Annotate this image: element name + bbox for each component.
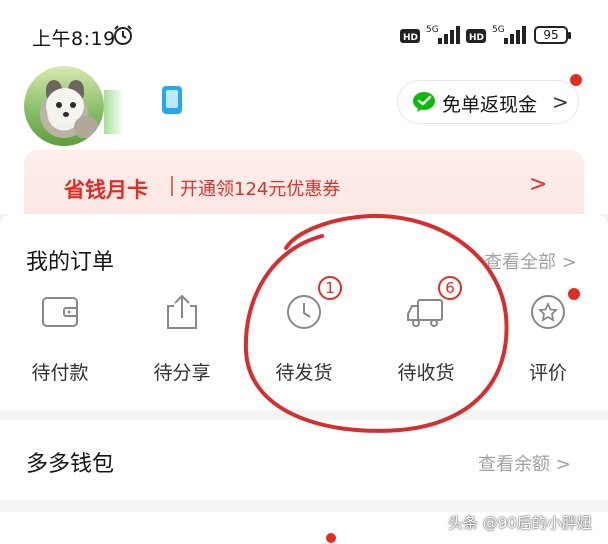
- order-status-pending-receipt[interactable]: 待收货: [378, 292, 474, 392]
- wallet-icon: [42, 297, 78, 327]
- cashback-label: 免单返现金: [442, 94, 538, 116]
- review-icon: [531, 295, 565, 329]
- phone-icon[interactable]: [162, 86, 182, 114]
- chevron-right-icon: >: [552, 90, 569, 114]
- month-card-title: 省钱月卡: [64, 178, 148, 202]
- order-status-label: 待收货: [397, 362, 455, 384]
- chevron-right-icon: >: [555, 454, 571, 475]
- order-status-label: 待分享: [153, 362, 211, 384]
- view-all-label: 查看全部: [484, 252, 556, 273]
- wallet-row[interactable]: 多多钱包 查看余额 >: [0, 420, 608, 500]
- battery-icon: 95: [534, 26, 571, 44]
- status-time: 上午8:19: [32, 28, 116, 50]
- share-icon: [167, 294, 197, 329]
- month-card-banner[interactable]: 省钱月卡 开通领124元优惠券 >: [24, 150, 584, 220]
- wechat-icon: [413, 92, 435, 112]
- month-card-subtitle: 开通领124元优惠券: [180, 179, 341, 200]
- alarm-icon: [114, 25, 132, 45]
- order-status-pending-share[interactable]: 待分享: [134, 292, 230, 392]
- hd-label-2: HD: [469, 33, 484, 43]
- cashback-notification-dot: [570, 74, 582, 86]
- network-5g-label-1: 5G: [426, 25, 439, 35]
- order-status-label: 待发货: [275, 362, 333, 384]
- network-5g-label-2: 5G: [492, 25, 505, 35]
- view-all-orders-link[interactable]: 查看全部 >: [484, 248, 577, 274]
- view-balance-link[interactable]: 查看余额 >: [478, 450, 571, 476]
- view-balance-label: 查看余额: [478, 454, 550, 475]
- avatar[interactable]: [24, 66, 104, 146]
- clock-icon: [287, 295, 321, 329]
- watermark: 头条 @90后的小胖妞: [448, 514, 592, 532]
- notification-dot: [326, 533, 336, 543]
- username-blurred: [104, 90, 124, 134]
- order-status-pending-payment[interactable]: 待付款: [12, 292, 108, 392]
- orders-section: 我的订单 查看全部 > 待付款 待分享 待发货 1 待收货 6 评价: [0, 214, 608, 410]
- order-status-label: 评价: [528, 362, 567, 384]
- orders-title: 我的订单: [26, 250, 115, 275]
- review-notification-dot: [568, 288, 580, 300]
- chevron-right-icon: >: [561, 252, 577, 273]
- hd-label-1: HD: [403, 33, 418, 43]
- signal-icon-2: HD 5G: [466, 25, 526, 44]
- order-count-badge: 6: [438, 276, 462, 300]
- profile-header: 免单返现金 > 省钱月卡 开通领124元优惠券 >: [0, 66, 608, 220]
- order-status-pending-shipment[interactable]: 待发货: [256, 292, 352, 392]
- cashback-button[interactable]: 免单返现金 >: [397, 80, 579, 124]
- order-count-badge: 1: [318, 276, 342, 300]
- wallet-title: 多多钱包: [26, 452, 115, 477]
- status-bar: 上午8:19 HD 5G HD 5G 95: [0, 0, 608, 70]
- order-status-review[interactable]: 评价: [500, 292, 596, 392]
- truck-icon: [407, 299, 443, 327]
- order-status-label: 待付款: [31, 362, 89, 384]
- signal-icon: HD 5G: [400, 25, 460, 44]
- divider: [171, 176, 173, 196]
- chevron-right-icon: >: [529, 172, 548, 197]
